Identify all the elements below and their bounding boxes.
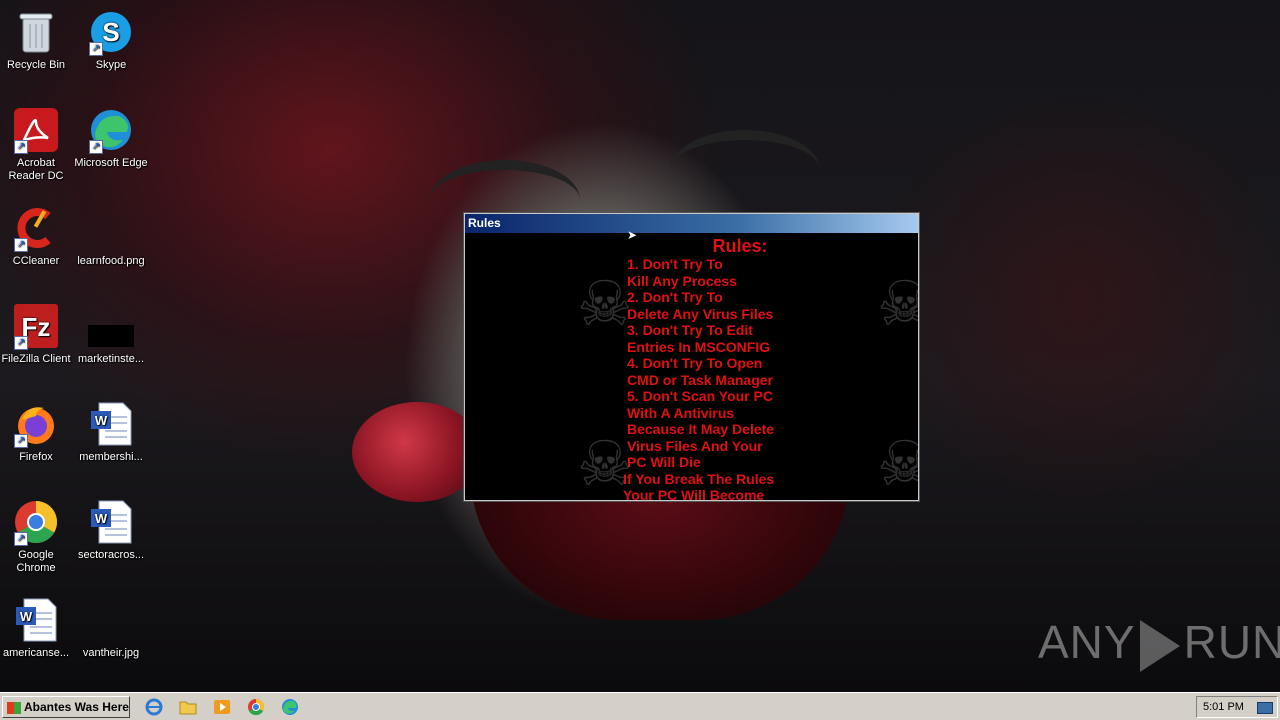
rules-line: With A Antivirus [627, 404, 735, 421]
icon-label: Skype [95, 59, 127, 71]
desktop-icon-membershi[interactable]: W membershi... [73, 400, 149, 464]
watermark-right-text: RUN [1183, 616, 1280, 668]
svg-text:W: W [20, 609, 33, 624]
icon-label: americanse... [2, 647, 70, 659]
start-button-label: Abantes Was Here [24, 700, 129, 714]
shortcut-arrow-icon: ↗ [14, 140, 28, 154]
desktop-icon-ccleaner[interactable]: ↗ CCleaner [0, 204, 74, 268]
image-file-icon [87, 302, 135, 350]
icon-label: CCleaner [12, 255, 60, 267]
shortcut-arrow-icon: ↗ [89, 42, 103, 56]
icon-label: Acrobat Reader DC [8, 157, 64, 182]
acrobat-icon: ↗ [12, 106, 60, 154]
rules-line: 1. Don't Try To [627, 256, 723, 272]
icon-label: Google Chrome [16, 549, 56, 574]
rules-line: 3. Don't Try To Edit [627, 322, 753, 338]
system-tray: 5:01 PM [1196, 696, 1278, 718]
rules-line: Because It May Delete [627, 421, 775, 437]
desktop-icon-recycle-bin[interactable]: Recycle Bin [0, 8, 74, 72]
image-file-icon [87, 596, 135, 644]
desktop-icon-sectoracros[interactable]: W sectoracros... [73, 498, 149, 562]
rules-line: 5. Don't Scan Your PC [627, 388, 773, 404]
window-titlebar[interactable]: Rules [465, 214, 918, 233]
start-button[interactable]: Abantes Was Here [2, 696, 130, 718]
desktop-icon-marketinste[interactable]: marketinste... [73, 302, 149, 366]
folder-icon[interactable] [178, 697, 198, 717]
word-document-icon: W [87, 498, 135, 546]
ccleaner-icon: ↗ [12, 204, 60, 252]
edge-icon[interactable] [280, 697, 300, 717]
media-player-icon[interactable] [212, 697, 232, 717]
rules-window-content: ☠ ☠ ☠ ☠ Rules: 1. Don't Try To Kill Any … [465, 234, 918, 500]
icon-label: FileZilla Client [1, 353, 71, 365]
desktop-icon-edge[interactable]: ↗ Microsoft Edge [73, 106, 149, 170]
image-file-icon [87, 204, 135, 252]
rules-line: PC Will Die [627, 454, 701, 470]
mouse-cursor-icon: ➤ [627, 228, 638, 242]
shortcut-arrow-icon: ↗ [14, 532, 28, 546]
shortcut-arrow-icon: ↗ [14, 434, 28, 448]
rules-heading: Rules: [712, 236, 768, 256]
rules-line: 4. Don't Try To Open [627, 355, 763, 371]
desktop-icon-acrobat[interactable]: ↗ Acrobat Reader DC [0, 106, 74, 183]
icon-label: learnfood.png [77, 255, 145, 267]
rules-line: If You Break The Rules [623, 470, 775, 487]
chrome-icon[interactable] [246, 697, 266, 717]
wallpaper-clown-nose [352, 402, 482, 502]
icon-label: Microsoft Edge [74, 157, 148, 169]
icon-label: marketinste... [77, 353, 145, 365]
skull-icon: ☠ [577, 270, 633, 339]
taskbar: Abantes Was Here 5:01 PM [0, 692, 1280, 720]
internet-explorer-icon[interactable] [144, 697, 164, 717]
desktop-icon-filezilla[interactable]: Fz ↗ FileZilla Client [0, 302, 74, 366]
icon-label: sectoracros... [77, 549, 145, 561]
anyrun-watermark: ANY RUN [1038, 612, 1280, 672]
icon-label: membershi... [79, 451, 143, 463]
desktop-icon-chrome[interactable]: ↗ Google Chrome [0, 498, 74, 575]
icon-label: Firefox [19, 451, 53, 463]
firefox-icon: ↗ [12, 400, 60, 448]
skull-icon: ☠ [877, 430, 918, 499]
rules-line: Entries In MSCONFIG [627, 338, 771, 355]
desktop-icon-vantheir[interactable]: vantheir.jpg [73, 596, 149, 660]
rules-window[interactable]: Rules ☠ ☠ ☠ ☠ Rules: 1. Don't Try To Kil… [464, 213, 919, 501]
svg-text:W: W [95, 511, 108, 526]
shortcut-arrow-icon: ↗ [89, 140, 103, 154]
shortcut-arrow-icon: ↗ [14, 336, 28, 350]
rules-text: Rules: 1. Don't Try To Kill Any Process … [623, 236, 867, 500]
desktop-icon-skype[interactable]: S ↗ Skype [73, 8, 149, 72]
shortcut-arrow-icon: ↗ [14, 238, 28, 252]
rules-line: Your PC Will Become [623, 487, 765, 500]
wallpaper-eye-right [670, 130, 820, 210]
filezilla-icon: Fz ↗ [12, 302, 60, 350]
rules-line: Delete Any Virus Files [627, 305, 774, 322]
clock[interactable]: 5:01 PM [1203, 697, 1244, 717]
skull-icon: ☠ [877, 270, 918, 339]
word-document-icon: W [87, 400, 135, 448]
desktop-icon-learnfood[interactable]: learnfood.png [73, 204, 149, 268]
rules-line: CMD or Task Manager [627, 371, 773, 388]
svg-text:S: S [102, 17, 119, 47]
play-icon [1139, 619, 1180, 672]
windows-flag-icon [7, 701, 21, 714]
network-icon[interactable] [1257, 702, 1273, 714]
icon-label: vantheir.jpg [82, 647, 140, 659]
recycle-bin-icon [12, 8, 60, 56]
icon-label: Recycle Bin [6, 59, 66, 71]
rules-line: Virus Files And Your [627, 437, 763, 454]
skype-icon: S ↗ [87, 8, 135, 56]
watermark-left-text: ANY [1038, 616, 1136, 668]
desktop-icon-firefox[interactable]: ↗ Firefox [0, 400, 74, 464]
rules-line: 2. Don't Try To [627, 289, 723, 305]
edge-icon: ↗ [87, 106, 135, 154]
svg-text:W: W [95, 413, 108, 428]
rules-line: Kill Any Process [627, 272, 737, 289]
word-document-icon: W [12, 596, 60, 644]
desktop-icon-americanse[interactable]: W americanse... [0, 596, 74, 660]
chrome-icon: ↗ [12, 498, 60, 546]
